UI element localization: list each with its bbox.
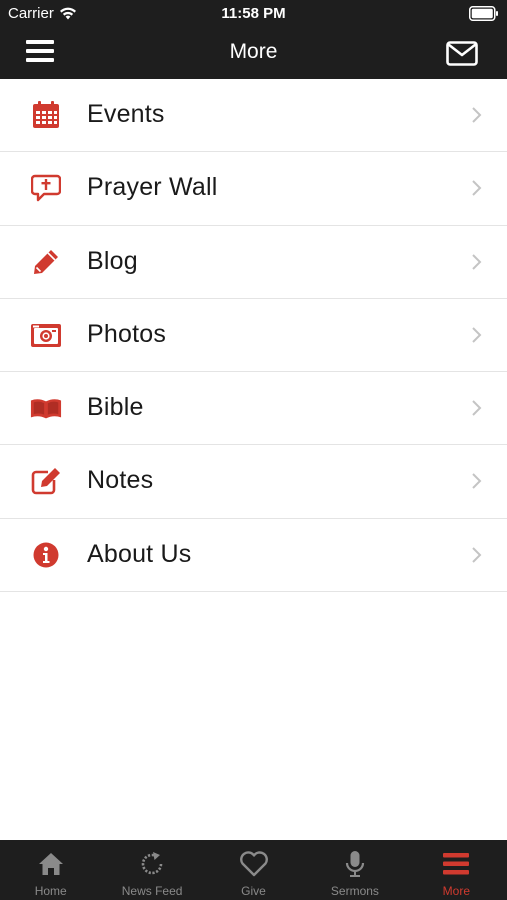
top-bar: Carrier 11:58 PM More [0, 0, 507, 79]
chevron-right-icon [472, 547, 482, 563]
menu-item-events[interactable]: Events [0, 79, 507, 153]
menu-item-label: Events [87, 100, 165, 128]
edit-note-icon [30, 466, 62, 496]
more-menu-list: Events Prayer Wall Blog Photos Bible Not… [0, 79, 507, 593]
calendar-icon [30, 100, 62, 130]
menu-item-label: About Us [87, 539, 192, 568]
tab-give[interactable]: Give [203, 840, 304, 900]
prayer-bubble-icon [30, 173, 62, 203]
tab-label: More [442, 884, 470, 898]
pencil-icon [30, 247, 62, 277]
navigation-bar: More [0, 28, 507, 79]
tab-news-feed[interactable]: News Feed [101, 840, 202, 900]
tab-label: News Feed [121, 884, 183, 898]
chevron-right-icon [472, 473, 482, 490]
tab-label: Sermons [330, 884, 379, 898]
bottom-tab-bar: Home News Feed Give Sermons More [0, 840, 507, 900]
tab-label: Give [241, 884, 266, 898]
menu-item-label: Bible [87, 393, 144, 422]
menu-item-label: Photos [87, 319, 167, 348]
chevron-right-icon [472, 400, 482, 416]
menu-item-about-us[interactable]: About Us [0, 518, 507, 593]
envelope-icon[interactable] [446, 41, 478, 66]
camera-icon [30, 320, 62, 350]
heart-icon [239, 850, 269, 878]
tab-home[interactable]: Home [0, 840, 101, 900]
status-time: 11:58 PM [221, 5, 286, 22]
battery-icon [469, 6, 498, 21]
menu-lines-icon [441, 850, 471, 878]
tab-more[interactable]: More [406, 840, 507, 900]
home-icon [36, 850, 66, 878]
chevron-right-icon [472, 180, 482, 197]
menu-item-label: Blog [87, 246, 138, 275]
menu-item-blog[interactable]: Blog [0, 225, 507, 299]
chevron-right-icon [472, 327, 482, 343]
menu-item-bible[interactable]: Bible [0, 372, 507, 446]
menu-item-label: Notes [87, 466, 154, 495]
page-title: More [229, 40, 278, 63]
microphone-icon [340, 850, 370, 878]
tab-label: Home [34, 884, 67, 898]
chevron-right-icon [472, 107, 482, 123]
menu-item-label: Prayer Wall [87, 173, 218, 202]
tab-sermons[interactable]: Sermons [304, 840, 405, 900]
menu-item-prayer-wall[interactable]: Prayer Wall [0, 152, 507, 226]
menu-item-notes[interactable]: Notes [0, 445, 507, 519]
status-bar: Carrier 11:58 PM [0, 0, 507, 28]
open-book-icon [30, 393, 62, 423]
refresh-icon [137, 850, 167, 878]
chevron-right-icon [472, 253, 482, 270]
menu-item-photos[interactable]: Photos [0, 298, 507, 373]
info-icon [30, 540, 62, 570]
